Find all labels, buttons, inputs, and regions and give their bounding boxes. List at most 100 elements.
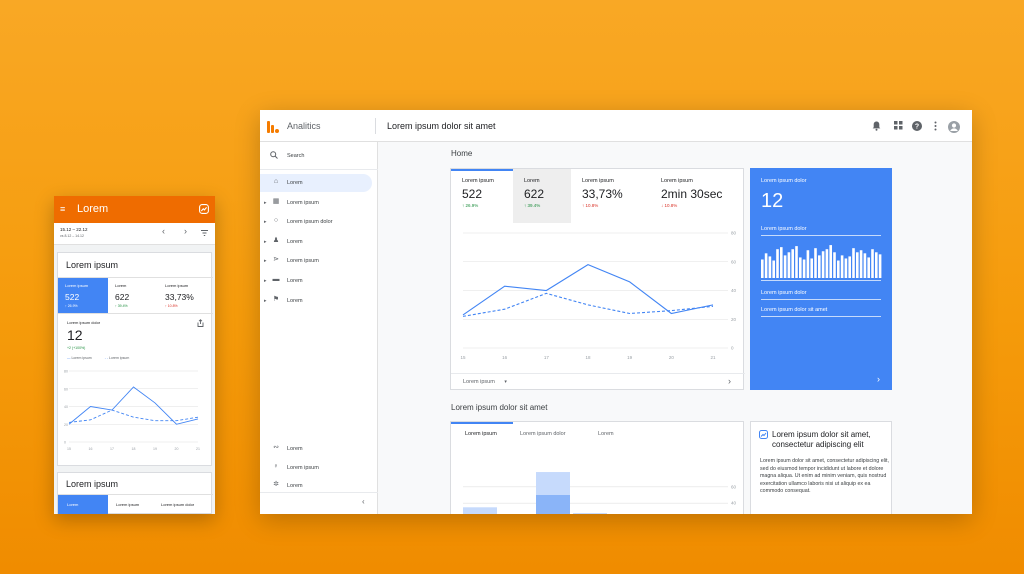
sidebar: Search ⌂ Lorem ▸ ▦ Lorem ipsum ▸ ○ Lorem ipsum … bbox=[260, 142, 378, 514]
metric-label: Lorem ipsum bbox=[582, 178, 614, 184]
collapse-chevron-icon[interactable]: ‹ bbox=[362, 497, 365, 506]
metric-tab-2[interactable]: Lorem ipsum 33,73% ↑ 10.8% bbox=[582, 178, 662, 218]
expand-caret-icon[interactable]: ▸ bbox=[264, 298, 267, 304]
sidebar-item-label: Lorem ipsum dolor bbox=[287, 219, 333, 226]
metric-delta: ↑ 10.8% bbox=[165, 304, 178, 308]
realtime-bar bbox=[871, 249, 874, 278]
realtime-bar bbox=[787, 252, 791, 278]
y-tick-label: 80 bbox=[64, 370, 68, 374]
mobile-tab-2[interactable]: Lorem ipsum bbox=[116, 502, 139, 507]
mobile-metric-tab-2[interactable]: Lorem ipsum 33,73% ↑ 10.8% bbox=[158, 278, 213, 313]
y-tick-label: 40 bbox=[731, 501, 737, 506]
metric-value: 33,73% bbox=[165, 292, 194, 302]
avatar[interactable] bbox=[948, 120, 960, 133]
realtime-bar bbox=[806, 250, 810, 278]
sidebar-item-3[interactable]: ▸ ♟ Lorem bbox=[260, 233, 372, 251]
metric-value: 33,73% bbox=[582, 187, 623, 201]
search-row[interactable]: Search bbox=[260, 146, 372, 164]
realtime-bar bbox=[764, 253, 768, 278]
realtime-bar bbox=[844, 258, 848, 278]
more-vert-icon[interactable] bbox=[930, 121, 940, 131]
share-icon[interactable] bbox=[197, 319, 204, 327]
series-select[interactable]: Lorem ipsum ▾ bbox=[463, 379, 507, 385]
x-tick-label: 20 bbox=[175, 447, 179, 451]
sidebar-item-2[interactable]: ▸ ○ Lorem ipsum dolor bbox=[260, 213, 372, 231]
sidebar-bottom-item-1[interactable]: ♀ Lorem ipsum bbox=[260, 459, 372, 477]
filter-icon[interactable] bbox=[201, 230, 208, 236]
sidebar-bottom-item-0[interactable]: ∾ Lorem bbox=[260, 440, 372, 458]
apps-grid-icon[interactable] bbox=[893, 121, 903, 131]
mobile-metric-tab-0[interactable]: Lorem ipsum 522 ↑ 26.9% bbox=[58, 278, 108, 313]
realtime-bar bbox=[795, 246, 798, 278]
dropdown-arrow-icon: ▾ bbox=[504, 379, 507, 385]
separator bbox=[761, 316, 881, 317]
tab-1[interactable]: Lorem ipsum bbox=[465, 431, 497, 437]
insight-body: Lorem ipsum dolor sit amet, consectetur … bbox=[760, 458, 889, 495]
x-tick-label: 17 bbox=[544, 355, 550, 360]
chevron-right-icon[interactable]: › bbox=[877, 374, 880, 384]
realtime-bar bbox=[802, 259, 806, 278]
expand-caret-icon[interactable]: ▸ bbox=[264, 239, 267, 245]
sidebar-item-4[interactable]: ▸ ⋗ Lorem ipsum bbox=[260, 252, 372, 270]
realtime-bar bbox=[875, 252, 878, 278]
tab-2[interactable]: Lorem ipsum dolor bbox=[520, 431, 566, 437]
menu-icon[interactable]: ≡ bbox=[60, 204, 65, 214]
sidebar-item-5[interactable]: ▸ ▬ Lorem bbox=[260, 272, 372, 290]
metric-label: Lorem ipsum bbox=[661, 178, 693, 184]
next-icon[interactable]: › bbox=[184, 226, 187, 236]
realtime-bar bbox=[867, 257, 870, 278]
insights-icon bbox=[759, 430, 768, 439]
realtime-sublabel: Lorem ipsum dolor bbox=[761, 226, 807, 232]
realtime-bar bbox=[825, 249, 829, 278]
expand-caret-icon[interactable]: ▸ bbox=[264, 278, 267, 284]
bar-segment bbox=[573, 513, 607, 514]
sidebar-item-label: Lorem bbox=[287, 446, 303, 452]
separator bbox=[761, 280, 881, 281]
mobile-sub-label: Lorem ipsum dolor bbox=[67, 320, 101, 325]
chevron-right-icon[interactable]: › bbox=[728, 376, 731, 386]
search-icon bbox=[270, 151, 278, 159]
stacked-bar-chart: 204060 bbox=[463, 472, 737, 514]
mobile-card-title: Lorem ipsum bbox=[66, 260, 119, 270]
prev-icon[interactable]: ‹ bbox=[162, 226, 165, 236]
help-icon[interactable]: ? bbox=[912, 121, 922, 131]
bell-icon[interactable] bbox=[871, 121, 881, 131]
date-range[interactable]: 15.12 – 22.12 bbox=[60, 227, 88, 232]
tab-3[interactable]: Lorem bbox=[598, 431, 614, 437]
y-tick-label: 0 bbox=[731, 346, 734, 351]
active-tab-indicator bbox=[451, 422, 513, 424]
y-tick-label: 40 bbox=[64, 405, 68, 409]
metric-tab-3[interactable]: Lorem ipsum 2min 30sec ↓ 10.8% bbox=[661, 178, 741, 218]
mobile-card-2: Lorem ipsum Lorem Lorem ipsum Lorem ipsu… bbox=[57, 472, 213, 514]
metric-value: 622 bbox=[115, 292, 130, 302]
sidebar-item-1[interactable]: ▸ ▦ Lorem ipsum bbox=[260, 194, 372, 212]
expand-caret-icon[interactable]: ▸ bbox=[264, 258, 267, 264]
realtime-bar bbox=[848, 256, 851, 278]
sidebar-item-0[interactable]: ⌂ Lorem bbox=[260, 174, 372, 192]
sidebar-item-label: Lorem bbox=[287, 297, 303, 304]
x-tick-label: 17 bbox=[110, 447, 114, 451]
x-tick-label: 16 bbox=[89, 447, 93, 451]
insights-icon[interactable] bbox=[199, 204, 209, 214]
expand-caret-icon[interactable]: ▸ bbox=[264, 219, 267, 225]
realtime-bar bbox=[783, 255, 787, 278]
bar-segment bbox=[536, 495, 570, 514]
x-tick-label: 21 bbox=[710, 355, 716, 360]
expand-caret-icon[interactable]: ▸ bbox=[264, 200, 267, 206]
legend-item-2: Lorem ipsum bbox=[109, 356, 130, 360]
series-line-2 bbox=[68, 409, 199, 423]
home-title: Home bbox=[451, 149, 473, 158]
realtime-label-3: Lorem ipsum dolor sit amet bbox=[761, 307, 828, 313]
x-tick-label: 20 bbox=[669, 355, 675, 360]
mobile-metric-tab-1[interactable]: Lorem 622 ↑ 39.4% bbox=[108, 278, 163, 313]
divider bbox=[375, 118, 376, 134]
y-tick-label: 60 bbox=[731, 259, 737, 264]
realtime-bar bbox=[840, 255, 844, 278]
sidebar-item-6[interactable]: ▸ ⚑ Lorem bbox=[260, 292, 372, 310]
mobile-tab-3[interactable]: Lorem ipsum dolor bbox=[161, 502, 194, 507]
mobile-card-2-title: Lorem ipsum bbox=[66, 479, 119, 489]
metric-value: 522 bbox=[65, 292, 80, 302]
realtime-bar bbox=[837, 260, 840, 278]
mobile-tab-1[interactable]: Lorem bbox=[58, 495, 108, 514]
realtime-bar bbox=[833, 252, 836, 278]
